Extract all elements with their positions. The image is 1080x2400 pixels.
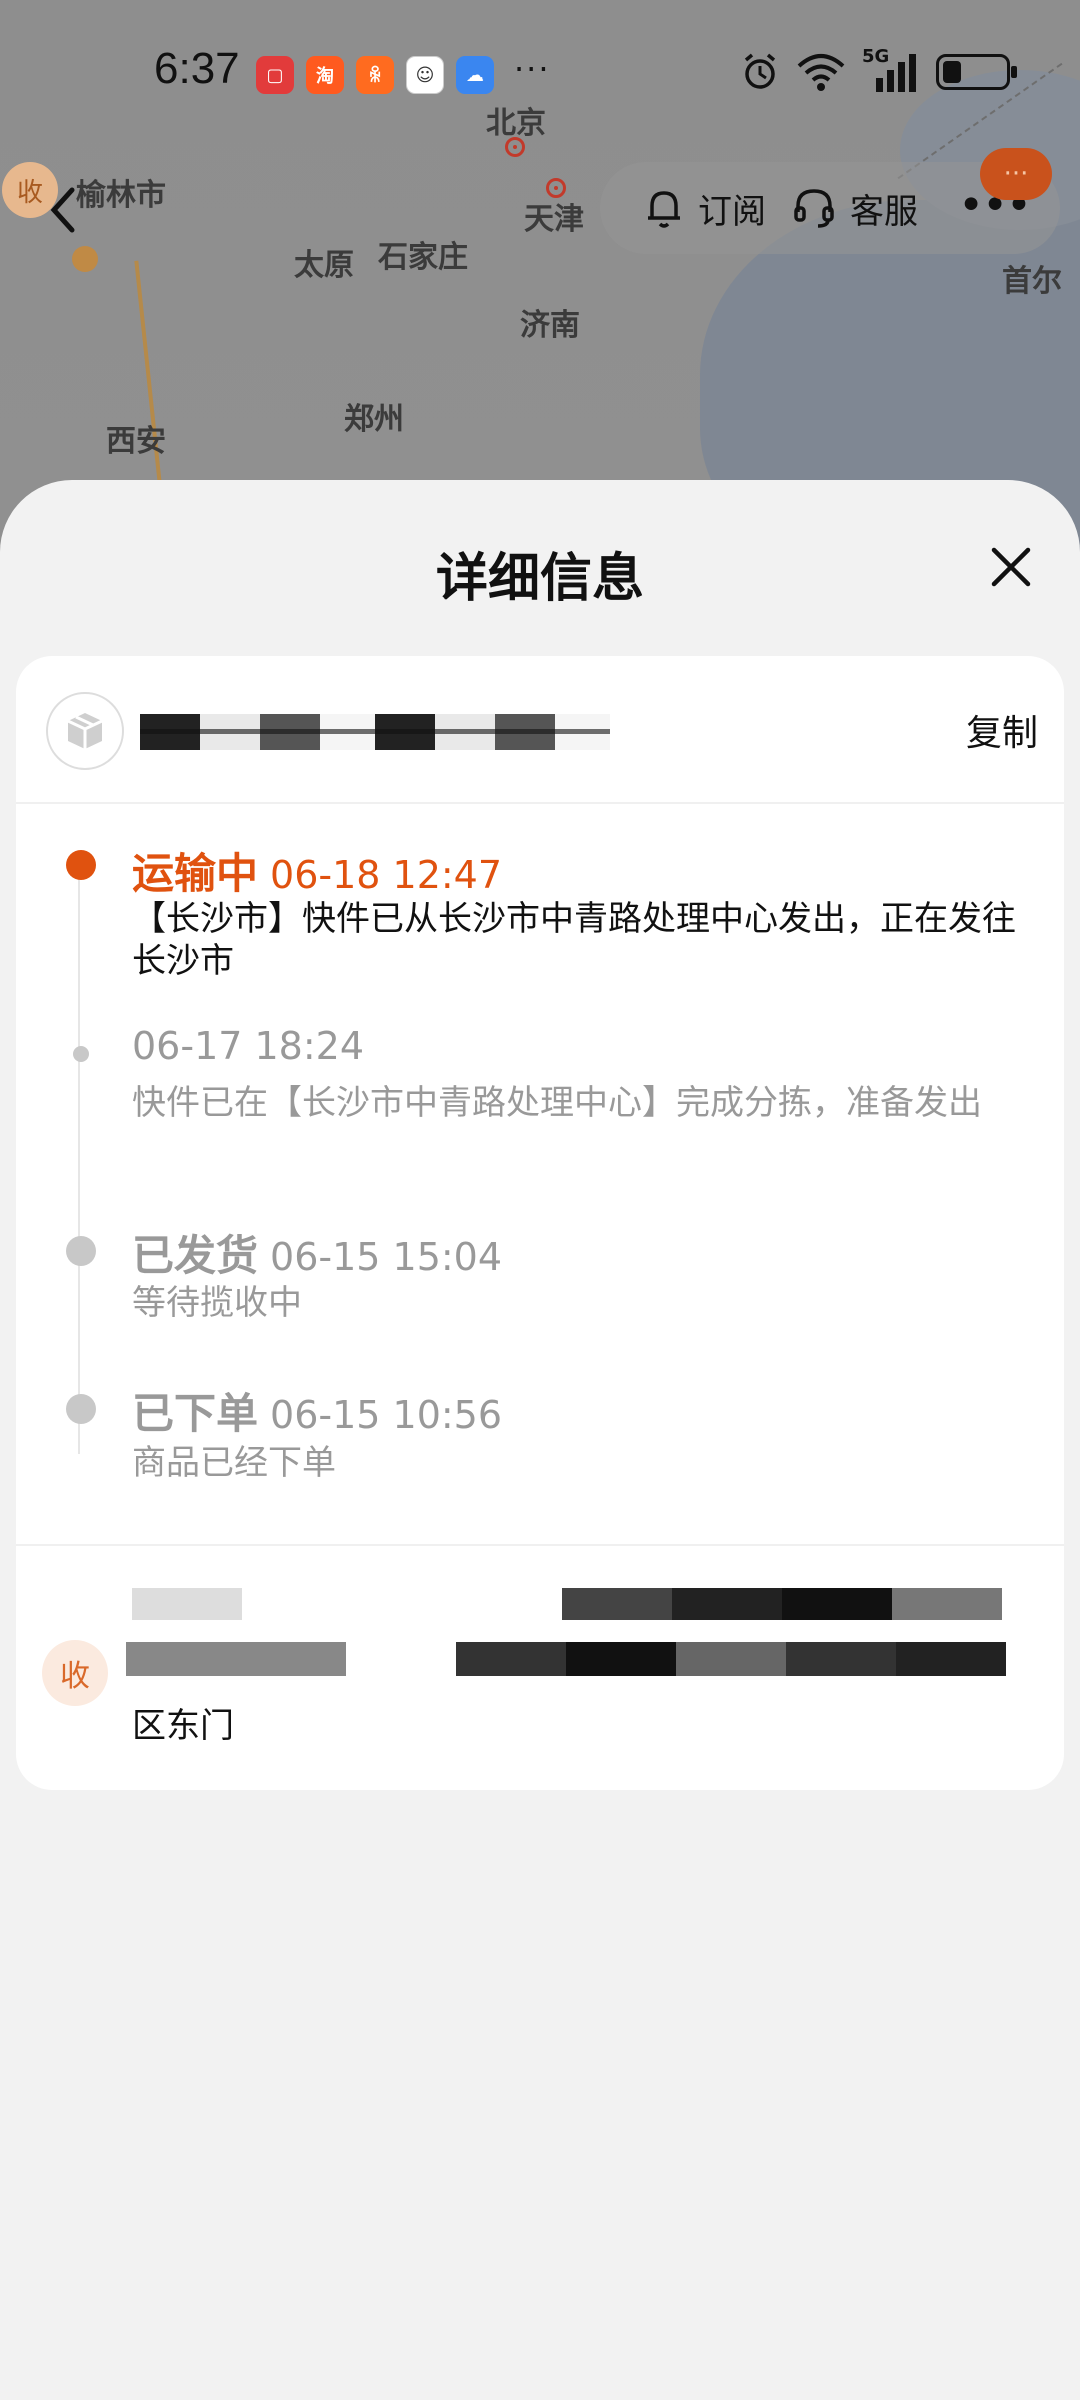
city-label: 太原 [294, 248, 354, 283]
close-icon[interactable] [986, 542, 1036, 592]
event-status: 已下单 [132, 1389, 259, 1438]
receiver-badge: 收 [42, 1640, 108, 1706]
battery-icon [936, 54, 1017, 90]
city-label: 西安 [106, 424, 166, 459]
back-arrow-icon[interactable] [40, 180, 88, 240]
event-time: 06-15 10:56 [270, 1393, 503, 1437]
event-status: 已发货 [132, 1231, 259, 1280]
receiver-address-row[interactable]: 收 区东门 [16, 1544, 1064, 1790]
event-header: 运输中 06-18 12:47 [132, 840, 502, 901]
signal-icon: 5G [862, 46, 920, 92]
city-label: 首尔 [1002, 264, 1062, 299]
city-label: 石家庄 [378, 240, 468, 275]
status-dot [73, 1046, 89, 1062]
city-label: 天津 [524, 202, 584, 237]
taobao-app-icon: 淘 [306, 56, 344, 94]
event-header: 06-17 18:24 [132, 1024, 364, 1068]
address-tail: 区东门 [132, 1706, 234, 1746]
event-description: 快件已在【长沙市中青路处理中心】完成分拣，准备发出 [132, 1083, 982, 1123]
event-status: 运输中 [132, 849, 259, 898]
capital-marker [505, 137, 525, 157]
event-header: 已下单 06-15 10:56 [132, 1380, 502, 1441]
huawei-app-icon: ▢ [256, 56, 294, 94]
tracking-number-redacted [140, 714, 610, 750]
subscribe-label: 订阅 [698, 191, 766, 232]
app-notification-icon: ꆜ [356, 56, 394, 94]
cloud-app-icon: ☁ [456, 56, 494, 94]
timeline-line [78, 874, 80, 1454]
wifi-icon [797, 54, 845, 91]
chat-bubble-icon[interactable]: ··· [980, 148, 1052, 200]
event-description: 商品已经下单 [132, 1443, 336, 1483]
status-dot [66, 1236, 96, 1266]
event-header: 已发货 06-15 15:04 [132, 1222, 502, 1283]
origin-marker [72, 246, 98, 272]
status-bar: 6:37 ▢ 淘 ꆜ ☺ ☁ ··· 5G [0, 0, 1080, 140]
event-description: 等待揽收中 [132, 1283, 302, 1323]
event-time: 06-15 15:04 [270, 1235, 503, 1279]
city-label: 榆林市 [76, 178, 166, 213]
event-time: 06-17 18:24 [132, 1024, 365, 1068]
status-time: 6:37 [154, 44, 240, 93]
alarm-icon [744, 53, 776, 89]
logistics-card: 复制 运输中 06-18 12:47 【长沙市】快件已从长沙市中青路处理中心发出，… [16, 656, 1064, 1790]
city-label: 济南 [520, 308, 580, 343]
notification-icons: ▢ 淘 ꆜ ☺ ☁ [256, 56, 494, 94]
customer-service-label: 客服 [850, 191, 918, 232]
tracking-number-row: 复制 [16, 656, 1064, 804]
system-icons: 5G [740, 46, 1017, 92]
bell-icon [648, 191, 680, 228]
status-dot [66, 1394, 96, 1424]
more-notifications-icon: ··· [514, 50, 551, 88]
copy-button[interactable]: 复制 [966, 704, 1038, 756]
event-time: 06-18 12:47 [270, 853, 503, 897]
address-redacted-line [126, 1642, 1006, 1676]
network-type: 5G [862, 46, 890, 67]
status-dot [66, 850, 96, 880]
monkey-app-icon: ☺ [406, 56, 444, 94]
address-redacted-line [132, 1588, 1002, 1620]
event-description: 【长沙市】快件已从长沙市中青路处理中心发出，正在发往长沙市 [132, 899, 1016, 981]
subscribe-button[interactable]: 订阅 [644, 184, 766, 233]
headset-icon [794, 189, 834, 228]
customer-service-button[interactable]: 客服 [792, 184, 918, 233]
detail-sheet: 详细信息 复制 运输中 06-18 12:47 【长沙市】快件已从长沙市中青路处… [0, 480, 1080, 2400]
package-icon [46, 692, 124, 770]
sheet-title: 详细信息 [435, 549, 644, 609]
city-label: 郑州 [344, 402, 404, 437]
